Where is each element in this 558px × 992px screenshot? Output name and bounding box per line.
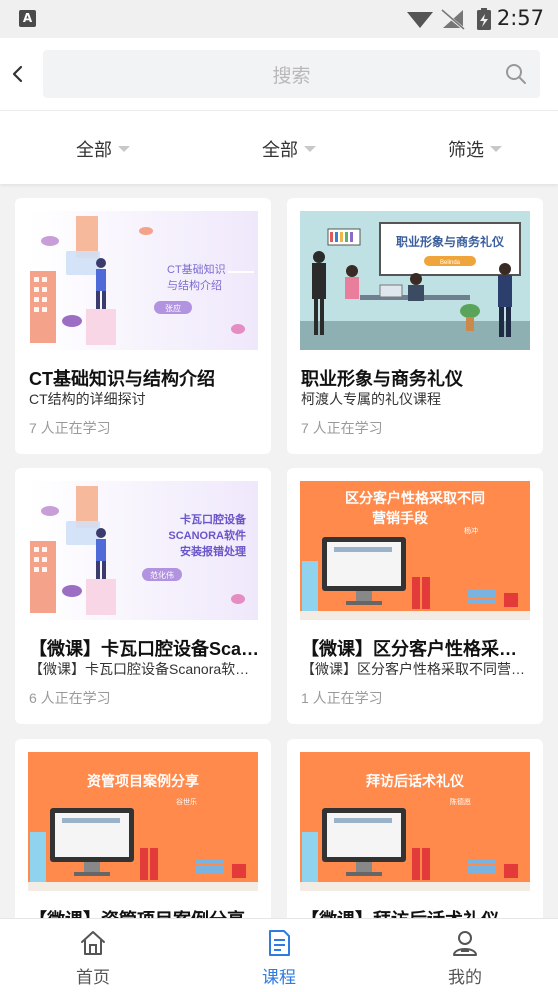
- thumb-heading-line: SCANORA软件: [168, 528, 246, 542]
- filter-bar: 全部 全部 筛选: [0, 110, 558, 184]
- search-placeholder: 搜索: [272, 66, 311, 87]
- course-card[interactable]: 区分客户性格采取不同 营销手段 杨冲 【微课】区分客户性格采取不同营销手段 【微…: [287, 468, 543, 724]
- bottom-tab-bar: 首页 课程 我的: [0, 918, 558, 992]
- profile-icon: [453, 931, 477, 956]
- course-thumbnail: 拜访后话术礼仪 陈德愿: [300, 752, 530, 891]
- course-subtitle: 【微课】卡瓦口腔设备Scanora软件安装报错处理: [29, 661, 259, 677]
- filter-label: 全部: [76, 140, 112, 160]
- course-subtitle: CT结构的详细探讨: [29, 391, 146, 407]
- filter-label: 筛选: [448, 140, 484, 160]
- filter-label: 全部: [262, 140, 298, 160]
- search-input[interactable]: 搜索: [43, 50, 540, 98]
- thumb-heading-line: 营销手段: [372, 510, 428, 526]
- course-thumbnail: 职业形象与商务礼仪 Belinda: [300, 211, 530, 350]
- filter-category[interactable]: 全部: [76, 136, 130, 162]
- course-title: 【微课】卡瓦口腔设备Scanora软件安装报错处理: [29, 639, 261, 659]
- course-thumbnail: CT基础知识 与结构介绍 张应: [28, 211, 258, 350]
- course-thumbnail: 资管项目案例分享 谷世乐: [28, 752, 258, 891]
- course-thumbnail: 区分客户性格采取不同 营销手段 杨冲: [300, 481, 530, 620]
- tab-label: 首页: [76, 968, 110, 987]
- home-icon: [81, 931, 105, 955]
- course-card[interactable]: CT基础知识 与结构介绍 张应 CT基础知识与结构介绍 CT结构的详细探讨 7 …: [15, 198, 271, 454]
- thumb-author: Belinda: [440, 260, 461, 266]
- filter-type[interactable]: 全部: [262, 136, 316, 162]
- thumb-heading-line: 与结构介绍: [167, 278, 222, 292]
- tab-profile[interactable]: 我的: [372, 919, 558, 992]
- thumb-heading-line: 安装报错处理: [180, 544, 246, 558]
- thumb-heading-line: 卡瓦口腔设备: [180, 512, 247, 526]
- status-bar: A 2:57: [0, 0, 558, 38]
- thumb-author: 范化伟: [150, 570, 174, 580]
- battery-charging-icon: [477, 8, 491, 30]
- notification-icon: A: [19, 10, 36, 27]
- thumb-author: 谷世乐: [176, 797, 197, 806]
- back-arrow-icon[interactable]: [10, 62, 24, 86]
- thumb-heading-line: CT基础知识: [167, 262, 226, 276]
- course-title: CT基础知识与结构介绍: [29, 369, 215, 389]
- thumb-heading-line: 区分客户性格采取不同: [345, 490, 485, 506]
- wifi-icon: [407, 12, 433, 28]
- tab-label: 课程: [262, 968, 296, 987]
- course-thumbnail: 卡瓦口腔设备 SCANORA软件 安装报错处理 范化伟: [28, 481, 258, 620]
- thumb-author: 陈德愿: [450, 797, 471, 806]
- tab-label: 我的: [448, 968, 482, 987]
- chevron-down-icon: [304, 146, 316, 153]
- course-card[interactable]: 职业形象与商务礼仪 Belinda 职业形象与商务礼仪 柯渡人专属的礼仪课程 7…: [287, 198, 543, 454]
- learner-count: 7 人正在学习: [29, 420, 111, 436]
- signal-off-icon: [440, 8, 466, 32]
- course-title: 【微课】区分客户性格采取不同营销手段: [301, 639, 533, 659]
- course-subtitle: 柯渡人专属的礼仪课程: [301, 391, 441, 407]
- search-icon[interactable]: [504, 62, 528, 86]
- filter-screen[interactable]: 筛选: [448, 136, 502, 162]
- learner-count: 7 人正在学习: [301, 420, 383, 436]
- clock: 2:57: [496, 6, 544, 30]
- thumb-author: 张应: [165, 303, 181, 313]
- chevron-down-icon: [490, 146, 502, 153]
- learner-count: 6 人正在学习: [29, 690, 111, 706]
- chevron-down-icon: [118, 146, 130, 153]
- course-icon: [269, 930, 290, 956]
- thumb-heading: 资管项目案例分享: [87, 773, 199, 789]
- status-icons: [407, 8, 491, 32]
- thumb-author: 杨冲: [464, 526, 478, 535]
- thumb-heading: 职业形象与商务礼仪: [396, 234, 505, 249]
- course-card[interactable]: 卡瓦口腔设备 SCANORA软件 安装报错处理 范化伟 【微课】卡瓦口腔设备Sc…: [15, 468, 271, 724]
- learner-count: 1 人正在学习: [301, 690, 383, 706]
- course-title: 职业形象与商务礼仪: [301, 369, 463, 389]
- course-subtitle: 【微课】区分客户性格采取不同营销手段: [301, 661, 531, 677]
- thumb-heading: 拜访后话术礼仪: [366, 773, 465, 789]
- top-bar: 搜索: [0, 38, 558, 110]
- tab-home[interactable]: 首页: [0, 919, 186, 992]
- tab-course[interactable]: 课程: [186, 919, 372, 992]
